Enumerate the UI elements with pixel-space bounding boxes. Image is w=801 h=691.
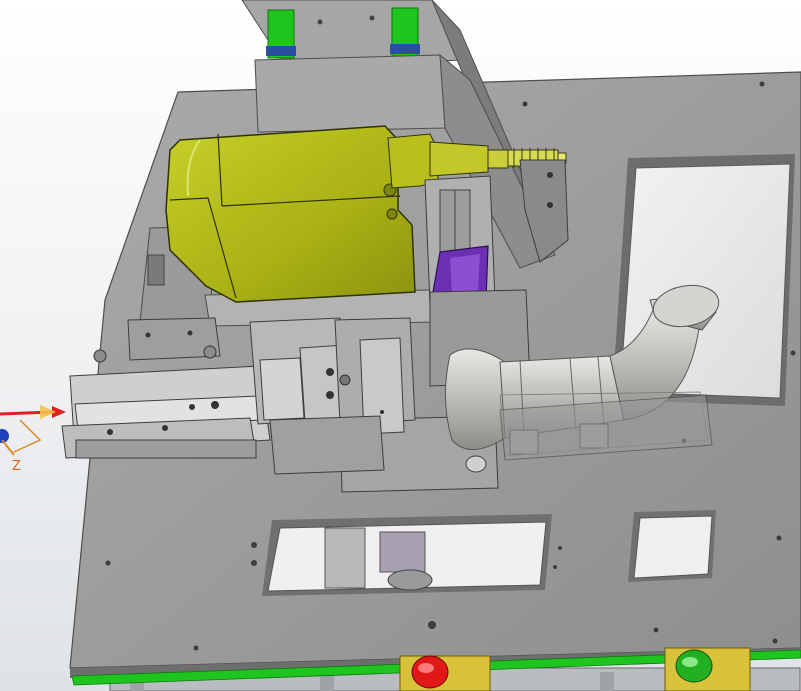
z-axis-lines xyxy=(13,419,42,453)
plate-window-bottom-right xyxy=(628,510,716,582)
z-axis-label: Z xyxy=(12,459,21,474)
assembly-render: Z xyxy=(0,0,801,691)
y-axis-marker xyxy=(0,429,9,443)
push-button-green xyxy=(664,647,751,691)
cad-viewport[interactable]: Z xyxy=(0,0,801,691)
push-button-red xyxy=(399,655,491,691)
plate-window-bottom-left xyxy=(262,514,552,596)
coordinate-triad: Z xyxy=(0,405,66,474)
